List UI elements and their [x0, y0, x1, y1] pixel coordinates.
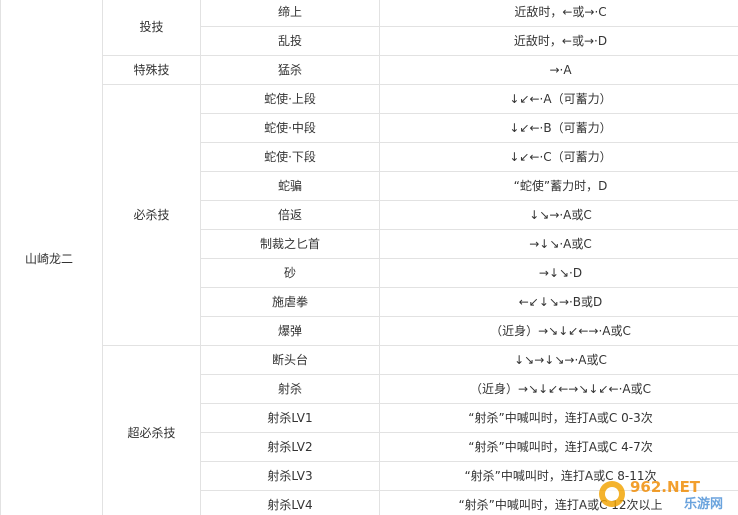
move-command-cell: ←↙↓↘→·B或D: [379, 287, 738, 317]
move-command-cell: “蛇使”蓄力时，D: [379, 171, 738, 201]
character-name-cell: 山崎龙二: [0, 0, 103, 515]
move-command-cell: “射杀”中喊叫时，连打A或C 4-7次: [379, 432, 738, 462]
move-name-cell: 蛇使·中段: [200, 113, 380, 143]
move-command-cell: 近敌时，←或→·D: [379, 26, 738, 56]
move-name-cell: 射杀LV4: [200, 490, 380, 515]
move-name-cell: 缔上: [200, 0, 380, 27]
move-command-cell: （近身）→↘↓↙←→↘↓↙←·A或C: [379, 374, 738, 404]
move-name-cell: 蛇使·上段: [200, 84, 380, 114]
move-name-cell: 射杀LV2: [200, 432, 380, 462]
move-name-cell: 射杀: [200, 374, 380, 404]
move-name-cell: 蛇使·下段: [200, 142, 380, 172]
move-command-cell: →↓↘·D: [379, 258, 738, 288]
move-name-cell: 乱投: [200, 26, 380, 56]
move-name-cell: 施虐拳: [200, 287, 380, 317]
table-row: 山崎龙二 投技 缔上 近敌时，←或→·C: [0, 0, 738, 515]
category-cell: 投技: [102, 0, 201, 56]
move-command-cell: ↓↙←·C（可蓄力）: [379, 142, 738, 172]
watermark-subtitle: 乐游网: [684, 496, 723, 511]
move-command-cell: ↓↙←·A（可蓄力）: [379, 84, 738, 114]
move-command-cell: ↓↙←·B（可蓄力）: [379, 113, 738, 143]
move-command-cell: ↓↘→↓↘→·A或C: [379, 345, 738, 375]
move-command-cell: ↓↘→·A或C: [379, 200, 738, 230]
move-name-cell: 制裁之匕首: [200, 229, 380, 259]
category-cell: 超必杀技: [102, 345, 201, 515]
category-cell: 必杀技: [102, 84, 201, 346]
move-command-cell: “射杀”中喊叫时，连打A或C 0-3次: [379, 403, 738, 433]
move-command-cell: →·A: [379, 55, 738, 85]
move-name-cell: 爆弹: [200, 316, 380, 346]
watermark-brand: 962.NET: [630, 478, 701, 496]
move-command-cell: →↓↘·A或C: [379, 229, 738, 259]
move-name-cell: 砂: [200, 258, 380, 288]
move-name-cell: 蛇骗: [200, 171, 380, 201]
move-name-cell: 倍返: [200, 200, 380, 230]
move-command-cell: （近身）→↘↓↙←→·A或C: [379, 316, 738, 346]
move-name-cell: 断头台: [200, 345, 380, 375]
move-list-table: 山崎龙二 投技 缔上 近敌时，←或→·C 乱投 近敌时，←或→·D 特殊技 猛杀…: [0, 0, 738, 515]
table-row: 特殊技 猛杀 →·A: [1, 55, 738, 85]
move-name-cell: 猛杀: [200, 55, 380, 85]
site-watermark-logo: 962.NET 乐游网: [599, 478, 723, 511]
category-cell: 特殊技: [102, 55, 201, 85]
move-command-cell: 近敌时，←或→·C: [379, 0, 738, 27]
move-name-cell: 射杀LV3: [200, 461, 380, 491]
move-name-cell: 射杀LV1: [200, 403, 380, 433]
table-row: 必杀技 蛇使·上段 ↓↙←·A（可蓄力）: [1, 84, 738, 346]
table-row: 超必杀技 断头台 ↓↘→↓↘→·A或C: [1, 345, 738, 515]
